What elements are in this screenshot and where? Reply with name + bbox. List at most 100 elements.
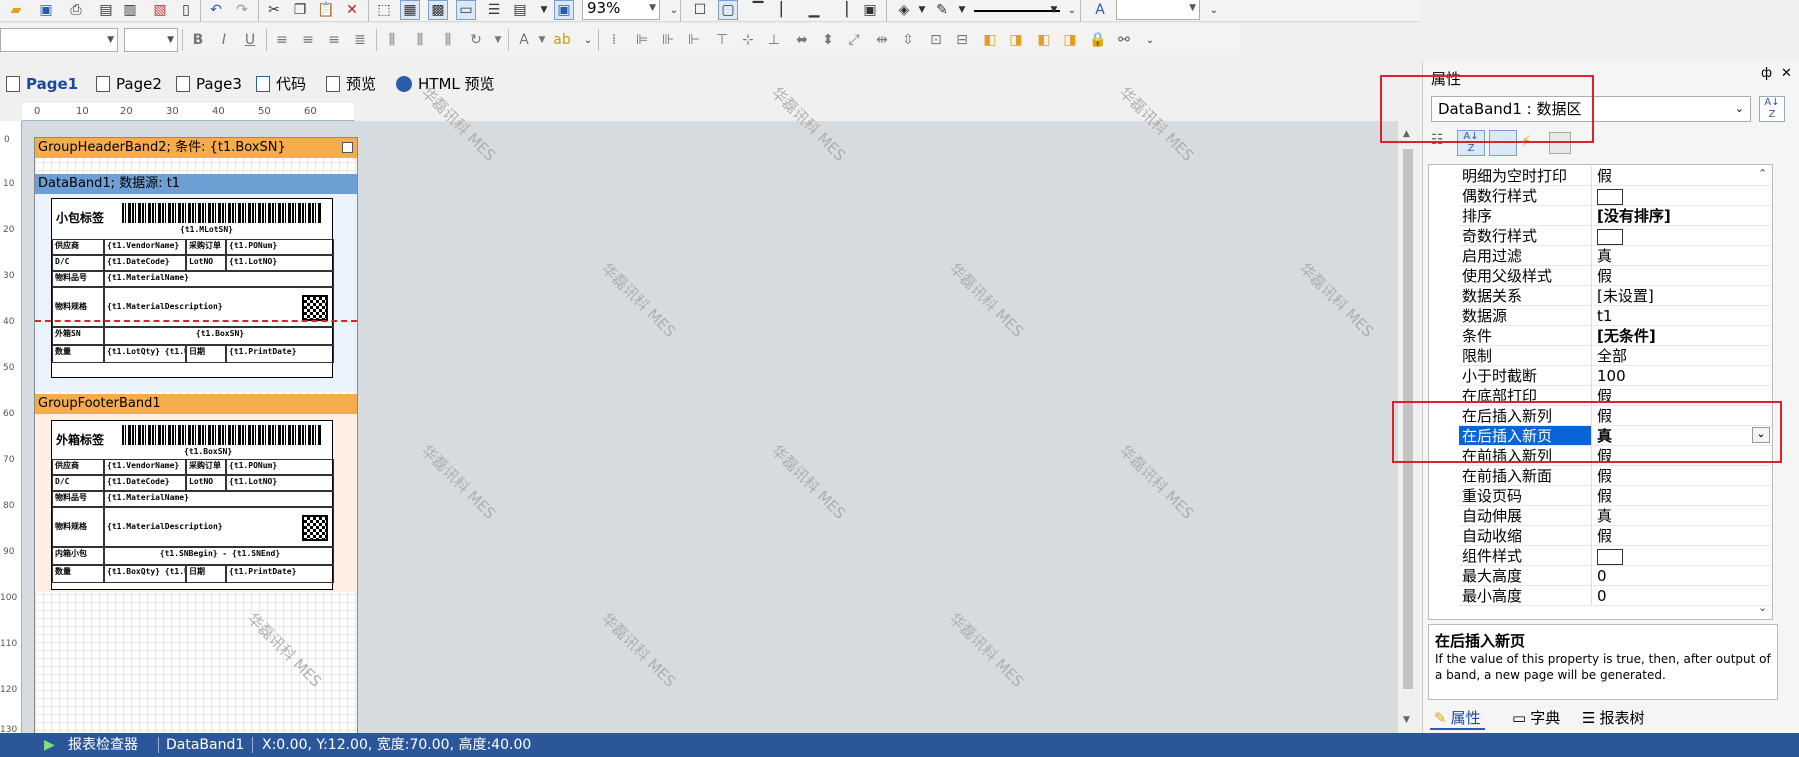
property-row[interactable]: 数据源 t1 — [1429, 306, 1772, 326]
zoom-select[interactable]: 93% ▼ — [582, 0, 660, 20]
tab-code[interactable]: 代码 — [256, 71, 306, 97]
group-footer-band[interactable]: GroupFooterBand1 — [35, 394, 357, 414]
property-row[interactable]: 组件样式 — [1429, 546, 1772, 566]
chevron-down-icon[interactable]: ▼ — [912, 0, 932, 20]
property-value[interactable]: 假 — [1593, 266, 1772, 286]
link-icon[interactable]: ⚯ — [1114, 30, 1134, 50]
style-icon[interactable]: A — [1090, 0, 1110, 20]
cell-label[interactable]: D/C — [52, 255, 104, 271]
align-rights-icon[interactable]: ⊩ — [684, 30, 704, 50]
pin-icon[interactable]: ф — [1761, 66, 1772, 81]
band-icon[interactable]: ▭ — [456, 0, 476, 20]
property-row[interactable]: 奇数行样式 — [1429, 226, 1772, 246]
property-grid[interactable]: ⌃ ⌄ 明细为空时打印假偶数行样式 排序 [没有排序] 奇数行样式 启用过滤真使用父级样… — [1428, 164, 1773, 620]
cell-label[interactable]: 日期 — [186, 565, 226, 583]
italic-icon[interactable]: I — [214, 30, 234, 50]
cell-label[interactable]: 供应商 — [52, 459, 104, 475]
property-value[interactable]: 假 — [1593, 486, 1772, 506]
center-h-icon[interactable]: ⊡ — [926, 30, 946, 50]
font-color-icon[interactable]: A — [514, 30, 534, 50]
valign-bottom-icon[interactable]: ⫼ — [438, 30, 458, 50]
cell-label[interactable]: 数量 — [52, 565, 104, 583]
property-row[interactable]: 重设页码假 — [1429, 486, 1772, 506]
sort-az-icon[interactable]: A↓ Z — [1759, 96, 1785, 122]
property-value[interactable]: 假 — [1593, 166, 1772, 186]
property-value[interactable]: 真 — [1593, 246, 1772, 266]
cell-field[interactable]: {t1.BoxSN} — [104, 327, 334, 345]
property-row[interactable]: 排序 [没有排序] — [1429, 206, 1772, 226]
align-grid-icon[interactable]: ⁞ — [604, 30, 624, 50]
undo-icon[interactable]: ↶ — [206, 0, 226, 20]
font-family-select[interactable]: ▼ — [0, 28, 118, 52]
property-value[interactable]: 假 — [1593, 526, 1772, 546]
rotate-icon[interactable]: ↻ — [466, 30, 486, 50]
cell-label[interactable]: 日期 — [186, 345, 226, 363]
small-label[interactable]: 小包标签 {t1.MLotSN} 供应商 {t1.VendorName} 采购订… — [51, 198, 334, 378]
border-left-icon[interactable]: ▏ — [776, 0, 796, 20]
font-size-select[interactable]: ▼ — [124, 28, 178, 52]
select-all-icon[interactable]: ⬚ — [374, 0, 394, 20]
bring-front-icon[interactable]: ◧ — [980, 30, 1000, 50]
property-row[interactable]: 使用父级样式假 — [1429, 266, 1772, 286]
tab-page3[interactable]: Page3 — [176, 71, 242, 97]
cell-field[interactable]: {t1.LotQty} {t1.UOM} — [104, 345, 186, 363]
cell-field[interactable]: {t1.PONum} — [226, 239, 334, 255]
zoom-icon[interactable]: ▣ — [554, 0, 574, 20]
cell-field[interactable]: {t1.PrintDate} — [226, 565, 334, 583]
overflow-icon[interactable]: ⌄ — [1204, 0, 1224, 20]
overflow-icon[interactable]: ⌄ — [664, 0, 684, 20]
property-value[interactable]: [无条件] — [1593, 326, 1772, 346]
style-select[interactable]: ▼ — [1116, 0, 1200, 20]
cell-label[interactable]: 物料品号 — [52, 491, 104, 507]
bold-icon[interactable]: B — [188, 30, 208, 50]
page-setup-icon[interactable]: ▥ — [120, 0, 140, 20]
overflow-icon[interactable]: ⌄ — [1140, 30, 1160, 50]
redo-icon[interactable]: ↷ — [232, 0, 252, 20]
overflow-icon[interactable]: ⌄ — [578, 30, 598, 50]
style-swatch[interactable] — [1597, 228, 1623, 245]
property-value[interactable]: 0 — [1593, 586, 1772, 606]
cell-label[interactable]: 物料品号 — [52, 271, 104, 287]
border-top-icon[interactable]: ▔ — [748, 0, 768, 20]
style-swatch[interactable] — [1597, 548, 1623, 565]
align-bottoms-icon[interactable]: ⊥ — [764, 30, 784, 50]
save-icon[interactable]: ▣ — [36, 0, 56, 20]
cell-field[interactable]: {t1.PONum} — [226, 459, 334, 475]
property-value[interactable]: 真 — [1593, 506, 1772, 526]
cell-field[interactable]: {t1.MaterialName} — [104, 271, 334, 287]
style-swatch[interactable] — [1597, 188, 1623, 205]
align-center-icon[interactable]: ≡ — [298, 30, 318, 50]
space-h-icon[interactable]: ⇹ — [872, 30, 892, 50]
cell-label[interactable]: 采购订单 — [186, 239, 226, 255]
property-row[interactable]: 明细为空时打印假 — [1429, 166, 1772, 186]
tab-page1[interactable]: Page1 — [6, 71, 78, 97]
tab-html-preview[interactable]: HTML 预览 — [396, 71, 495, 97]
property-value[interactable]: t1 — [1593, 306, 1772, 326]
outer-label[interactable]: 外箱标签 {t1.BoxSN} 供应商 {t1.VendorName} 采购订单… — [51, 420, 334, 590]
border-bottom-icon[interactable]: ▁ — [804, 0, 824, 20]
cut-icon[interactable]: ✂ — [264, 0, 284, 20]
close-icon[interactable]: ✕ — [1781, 66, 1792, 81]
cell-label[interactable]: LotNO — [186, 255, 226, 271]
border-right-icon[interactable]: ▕ — [832, 0, 852, 20]
cell-label[interactable]: 供应商 — [52, 239, 104, 255]
cell-label[interactable]: 采购订单 — [186, 459, 226, 475]
report-page[interactable]: GroupHeaderBand2; 条件: {t1.BoxSN} DataBan… — [34, 137, 358, 737]
band-menu-icon[interactable] — [342, 142, 353, 153]
property-row[interactable]: 小于时截断 100 — [1429, 366, 1772, 386]
cell-label[interactable]: LotNO — [186, 475, 226, 491]
property-row[interactable]: 数据关系 [未设置] — [1429, 286, 1772, 306]
space-v-icon[interactable]: ⇳ — [898, 30, 918, 50]
property-value[interactable]: 全部 — [1593, 346, 1772, 366]
cell-field[interactable]: {t1.DateCode} — [104, 475, 186, 491]
status-inspector[interactable]: 报表检查器 — [68, 733, 138, 757]
tab-preview[interactable]: 预览 — [326, 71, 376, 97]
align-centers-icon[interactable]: ⊪ — [658, 30, 678, 50]
size-height-icon[interactable]: ⬍ — [818, 30, 838, 50]
scroll-down-icon[interactable]: ▼ — [1403, 715, 1410, 725]
valign-top-icon[interactable]: ⫼ — [382, 30, 402, 50]
size-width-icon[interactable]: ⬌ — [792, 30, 812, 50]
property-row[interactable]: 最小高度 0 — [1429, 586, 1772, 606]
chevron-down-icon[interactable]: ▼ — [488, 30, 508, 50]
print-preview-icon[interactable]: ⎙ — [66, 0, 86, 20]
